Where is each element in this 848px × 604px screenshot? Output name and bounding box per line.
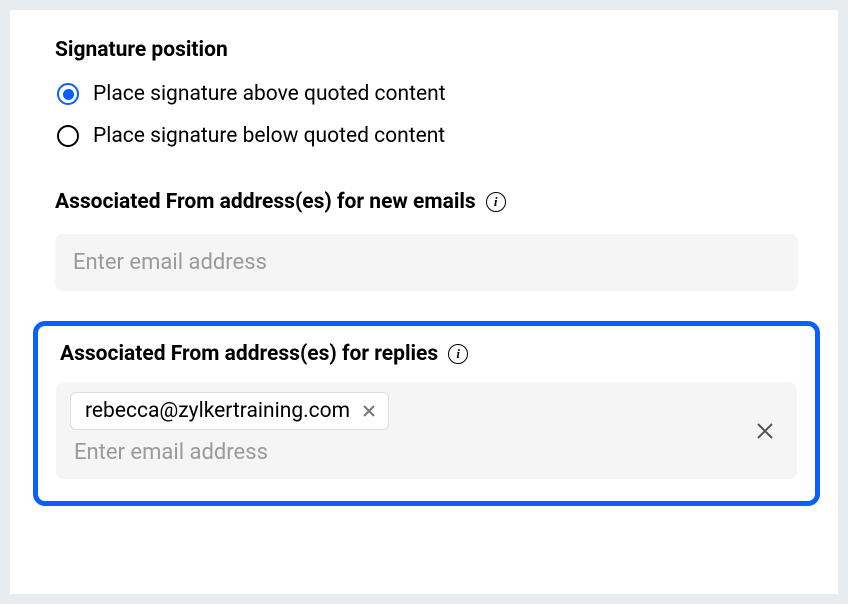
remove-tag-icon[interactable]: [360, 402, 378, 420]
new-emails-title-text: Associated From address(es) for new emai…: [55, 190, 476, 214]
email-tag: rebecca@zylkertraining.com: [70, 392, 389, 430]
replies-input[interactable]: rebecca@zylkertraining.com Enter email a…: [56, 382, 797, 479]
radio-icon: [57, 125, 79, 147]
info-icon[interactable]: i: [486, 192, 506, 212]
tag-row: rebecca@zylkertraining.com: [70, 392, 783, 430]
signature-position-title: Signature position: [55, 38, 798, 62]
info-icon[interactable]: i: [448, 344, 468, 364]
email-tag-text: rebecca@zylkertraining.com: [85, 399, 350, 423]
radio-icon: [57, 83, 79, 105]
radio-label: Place signature above quoted content: [93, 82, 446, 106]
settings-panel: Signature position Place signature above…: [10, 10, 838, 594]
signature-position-radio-group: Place signature above quoted content Pla…: [55, 82, 798, 148]
radio-option-below[interactable]: Place signature below quoted content: [57, 124, 798, 148]
new-emails-title-row: Associated From address(es) for new emai…: [55, 190, 798, 214]
radio-label: Place signature below quoted content: [93, 124, 445, 148]
replies-title-row: Associated From address(es) for replies …: [56, 342, 797, 366]
clear-all-icon[interactable]: [753, 419, 777, 443]
replies-highlighted-section: Associated From address(es) for replies …: [33, 321, 820, 506]
replies-placeholder: Enter email address: [70, 440, 783, 465]
radio-option-above[interactable]: Place signature above quoted content: [57, 82, 798, 106]
new-emails-input[interactable]: Enter email address: [55, 234, 798, 291]
replies-title-text: Associated From address(es) for replies: [60, 342, 438, 366]
signature-position-title-text: Signature position: [55, 38, 228, 62]
new-emails-placeholder: Enter email address: [73, 250, 267, 275]
